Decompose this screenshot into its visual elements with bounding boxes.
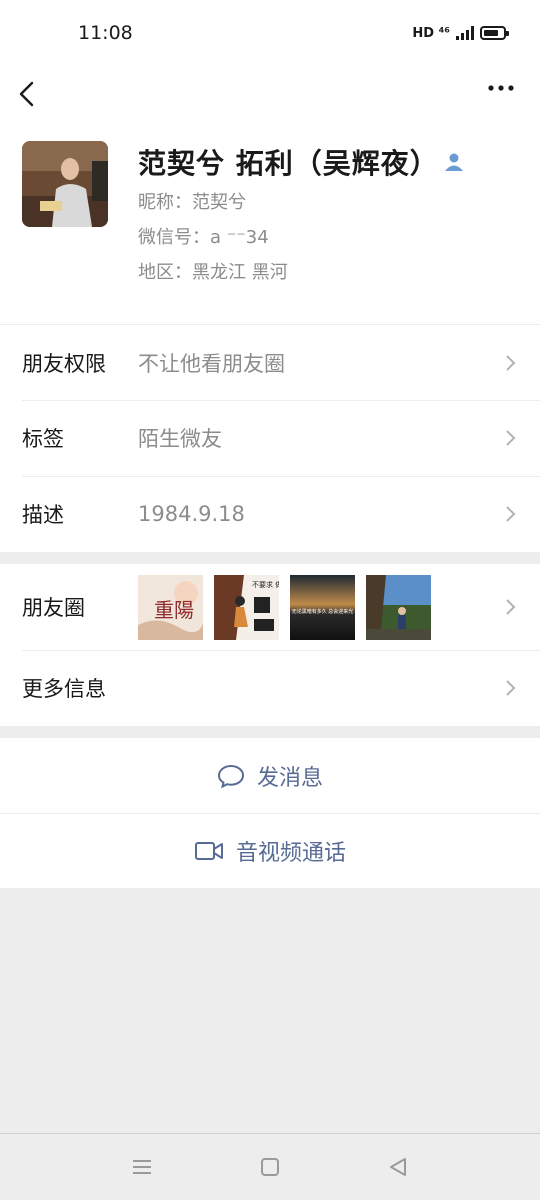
back-icon[interactable] (14, 74, 44, 114)
more-info-row[interactable]: 更多信息 (0, 650, 540, 726)
status-indicators: HD ⁴⁶ (412, 22, 509, 44)
chevron-right-icon (506, 506, 516, 522)
video-call-label: 音视频通话 (235, 840, 346, 866)
video-call-button[interactable]: 音视频通话 (0, 813, 540, 888)
moment-caption: 不要求 做自己 人生 (252, 580, 279, 589)
home-icon[interactable] (258, 1156, 282, 1178)
moment-thumbnail: 不要求 做自己 人生 (214, 575, 279, 640)
moments-thumbnails: 重陽 不要求 做自己 人生 (138, 575, 431, 640)
avatar[interactable] (22, 141, 108, 227)
more-options-icon[interactable] (486, 80, 516, 100)
display-name: 范契兮 拓利（吴辉夜） (138, 147, 439, 180)
chevron-right-icon (506, 680, 516, 696)
battery-icon (480, 26, 509, 40)
profile-header: 范契兮 拓利（吴辉夜） 昵称：范契兮 微信号：a ⁻⁻34 地区：黑龙江 黑河 (0, 128, 540, 324)
network-type: HD ⁴⁶ (412, 25, 450, 41)
moment-thumbnail (366, 575, 431, 640)
wechat-id: 微信号：a ⁻⁻34 (138, 227, 269, 248)
region: 地区：黑龙江 黑河 (138, 262, 288, 283)
settings-section: 朋友权限 不让他看朋友圈 标签 陌生微友 描述 1984.9.18 (0, 324, 540, 552)
nav-bar (0, 68, 540, 128)
moments-section: 朋友圈 重陽 不要求 做自己 人生 (0, 564, 540, 726)
tags-row[interactable]: 标签 陌生微友 (0, 400, 540, 476)
moment-thumbnail: 重陽 (138, 575, 203, 640)
video-camera-icon (194, 841, 223, 860)
status-bar: 11:08 HD ⁴⁶ (0, 0, 540, 68)
signal-icon (456, 26, 474, 40)
description-row[interactable]: 描述 1984.9.18 (0, 476, 540, 552)
description-value: 1984.9.18 (138, 502, 245, 526)
system-nav-bar (0, 1133, 540, 1200)
friend-permissions-value: 不让他看朋友圈 (138, 351, 285, 376)
nickname: 昵称：范契兮 (138, 192, 246, 213)
chevron-right-icon (506, 599, 516, 615)
moments-label: 朋友圈 (22, 596, 85, 620)
name-row: 范契兮 拓利（吴辉夜） (138, 142, 465, 182)
chevron-right-icon (506, 354, 516, 371)
moment-thumbnail: 无论黑暗有多久 总会迎来光 (290, 575, 355, 640)
friend-permissions-row[interactable]: 朋友权限 不让他看朋友圈 (0, 324, 540, 400)
status-time: 11:08 (78, 22, 133, 44)
menu-icon[interactable] (130, 1156, 154, 1178)
contact-user-icon (444, 153, 463, 171)
moment-caption: 无论黑暗有多久 总会迎来光 (292, 608, 354, 615)
chat-bubble-icon (217, 764, 244, 788)
moments-row[interactable]: 朋友圈 重陽 不要求 做自己 人生 (0, 564, 540, 650)
chevron-right-icon (506, 430, 516, 446)
send-message-label: 发消息 (256, 765, 323, 791)
moment-caption: 重陽 (154, 598, 194, 622)
tags-label: 标签 (22, 427, 64, 451)
send-message-button[interactable]: 发消息 (0, 738, 540, 813)
tags-value: 陌生微友 (138, 427, 222, 451)
friend-permissions-label: 朋友权限 (22, 351, 106, 376)
more-info-label: 更多信息 (22, 677, 106, 701)
actions-section: 发消息 音视频通话 (0, 738, 540, 888)
description-label: 描述 (22, 503, 64, 527)
back-triangle-icon[interactable] (386, 1156, 410, 1178)
